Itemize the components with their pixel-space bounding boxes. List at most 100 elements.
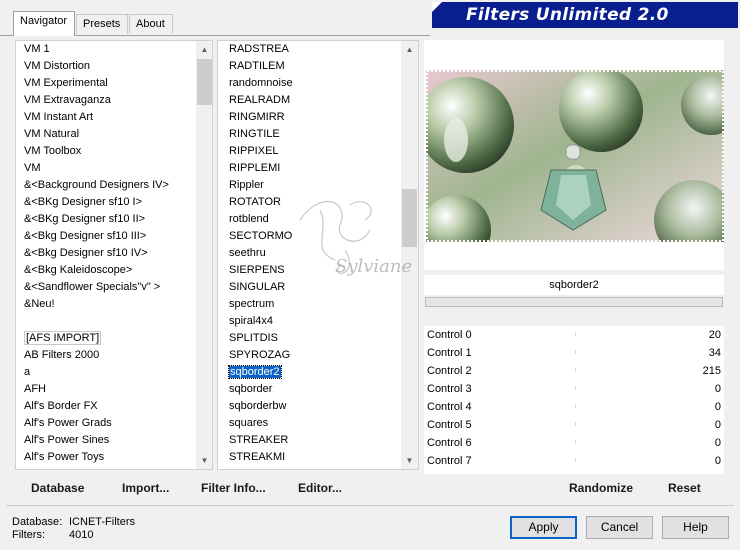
randomize-button[interactable]: Randomize [569, 478, 633, 498]
category-item[interactable]: Alf's Power Grads [21, 415, 169, 432]
tab-navigator[interactable]: Navigator [13, 11, 75, 36]
control-label: Control 7 [427, 455, 472, 467]
control-row[interactable]: Control 7 0 [424, 452, 724, 470]
category-item[interactable]: &<Bkg Kaleidoscope> [21, 262, 169, 279]
control-tick [575, 440, 576, 444]
category-scrollbar[interactable]: ▲ ▼ [196, 41, 212, 469]
control-row[interactable]: Control 5 0 [424, 416, 724, 434]
filter-item[interactable]: spiral4x4 [226, 313, 293, 330]
filter-item[interactable]: ROTATOR [226, 194, 293, 211]
filter-item[interactable]: SPYROZAG [226, 347, 293, 364]
filter-name-label: sqborder2 [424, 275, 724, 295]
category-item[interactable]: VM Distortion [21, 58, 169, 75]
tab-presets[interactable]: Presets [76, 14, 128, 34]
filter-item[interactable]: spectrum [226, 296, 293, 313]
apply-button[interactable]: Apply [510, 516, 577, 539]
banner-title: Filters Unlimited 2.0 [466, 5, 669, 25]
filter-item[interactable]: SIERPENS [226, 262, 293, 279]
category-item-label: VM Toolbox [24, 145, 82, 157]
preview-image [426, 70, 724, 242]
filter-item[interactable]: RADTILEM [226, 58, 293, 75]
category-item[interactable]: VM Toolbox [21, 143, 169, 160]
database-value: ICNET-Filters [69, 516, 135, 528]
filter-item[interactable]: Rippler [226, 177, 293, 194]
scroll-down-icon[interactable]: ▼ [401, 452, 418, 469]
category-item[interactable]: &<Bkg Designer sf10 IV> [21, 245, 169, 262]
filter-item[interactable]: seethru [226, 245, 293, 262]
filter-item[interactable]: randomnoise [226, 75, 293, 92]
category-item[interactable]: Alf's Power Sines [21, 432, 169, 449]
filter-item[interactable]: sqborderbw [226, 398, 293, 415]
category-item[interactable]: VM 1 [21, 41, 169, 58]
import-button[interactable]: Import... [122, 478, 169, 498]
category-item[interactable]: &<BKg Designer sf10 I> [21, 194, 169, 211]
filter-item[interactable]: SPLITDIS [226, 330, 293, 347]
category-item-label: [AFS IMPORT] [24, 331, 102, 345]
category-item[interactable]: Alf's Border FX [21, 398, 169, 415]
category-list[interactable]: VM 1 VM Distortion VM Experimental VM Extra… [15, 40, 213, 470]
category-item-label: &<Bkg Designer sf10 III> [24, 230, 147, 242]
filter-item[interactable]: STREAKER [226, 432, 293, 449]
category-item[interactable]: &Neu! [21, 296, 169, 313]
category-item[interactable]: &<BKg Designer sf10 II> [21, 211, 169, 228]
filter-item[interactable]: squares [226, 415, 293, 432]
control-row[interactable]: Control 2 215 [424, 362, 724, 380]
category-item[interactable]: VM Extravaganza [21, 92, 169, 109]
category-item[interactable]: VM [21, 160, 169, 177]
filter-item[interactable]: RINGMIRR [226, 109, 293, 126]
category-item-label: a [24, 366, 31, 378]
category-item[interactable]: [AFS IMPORT] [21, 330, 169, 347]
database-label: Database: [12, 516, 63, 528]
cancel-button[interactable]: Cancel [586, 516, 653, 539]
filter-item[interactable]: REALRADM [226, 92, 293, 109]
help-button[interactable]: Help [662, 516, 729, 539]
editor-button[interactable]: Editor... [298, 478, 342, 498]
category-item[interactable]: &<Background Designers IV> [21, 177, 169, 194]
category-item[interactable]: VM Instant Art [21, 109, 169, 126]
filter-item[interactable]: sqborder2 [226, 364, 293, 381]
filters-value: 4010 [69, 529, 94, 541]
filter-item[interactable]: sqborder [226, 381, 293, 398]
scroll-down-icon[interactable]: ▼ [196, 452, 212, 469]
category-item[interactable]: AB Filters 2000 [21, 347, 169, 364]
control-row[interactable]: Control 0 20 [424, 326, 724, 344]
control-tick [575, 422, 576, 426]
category-item[interactable]: &<Bkg Designer sf10 III> [21, 228, 169, 245]
database-button[interactable]: Database [31, 478, 84, 498]
tab-about[interactable]: About [129, 14, 173, 34]
category-item-label: Alf's Power Sines [24, 434, 110, 446]
category-item[interactable]: Alf's Power Toys [21, 449, 169, 466]
category-item-label: &<Bkg Kaleidoscope> [24, 264, 133, 276]
filter-item[interactable]: SECTORMO [226, 228, 293, 245]
category-item-label: VM Distortion [24, 60, 91, 72]
control-label: Control 2 [427, 365, 472, 377]
filter-item[interactable]: RADSTREA [226, 41, 293, 58]
filter-item-label: SINGULAR [229, 281, 286, 293]
filter-items: RADSTREA RADTILEM randomnoise REALRADM RINGM… [226, 41, 293, 466]
filter-item-label: SECTORMO [229, 230, 293, 242]
reset-button[interactable]: Reset [668, 478, 701, 498]
control-row[interactable]: Control 6 0 [424, 434, 724, 452]
control-row[interactable]: Control 4 0 [424, 398, 724, 416]
filter-item[interactable]: rotblend [226, 211, 293, 228]
control-row[interactable]: Control 3 0 [424, 380, 724, 398]
preview-panel [424, 40, 724, 270]
category-item[interactable]: VM Natural [21, 126, 169, 143]
filter-item-label: sqborderbw [229, 400, 287, 412]
filter-item[interactable]: SINGULAR [226, 279, 293, 296]
category-item[interactable]: VM Experimental [21, 75, 169, 92]
category-item[interactable]: AFH [21, 381, 169, 398]
filter-item[interactable]: STREAKMI [226, 449, 293, 466]
scroll-thumb[interactable] [197, 59, 212, 105]
scroll-up-icon[interactable]: ▲ [401, 41, 418, 58]
scroll-up-icon[interactable]: ▲ [196, 41, 212, 58]
category-item[interactable]: a [21, 364, 169, 381]
control-row[interactable]: Control 1 34 [424, 344, 724, 362]
filter-item-label: sqborder [229, 383, 273, 395]
filter-item-label: STREAKER [229, 434, 289, 446]
filter-info-button[interactable]: Filter Info... [201, 478, 266, 498]
filter-item[interactable]: RIPPIXEL [226, 143, 293, 160]
filter-item[interactable]: RINGTILE [226, 126, 293, 143]
filter-item[interactable]: RIPPLEMI [226, 160, 293, 177]
category-item[interactable]: &<Sandflower Specials"v" > [21, 279, 169, 296]
